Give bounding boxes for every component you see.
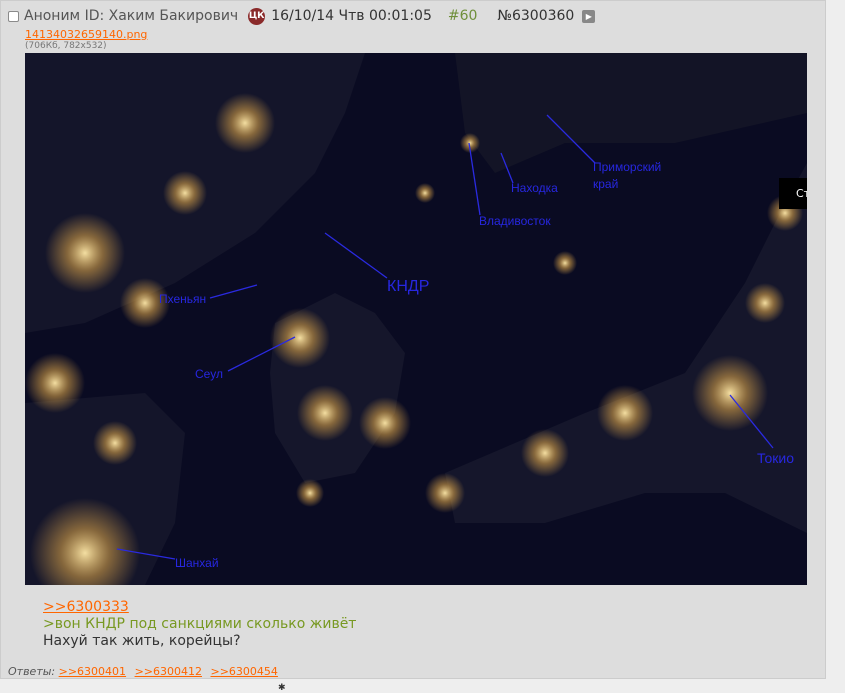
replies-label: Ответы:: [8, 665, 56, 678]
replies-bar: Ответы: >>6300401 >>6300412 >>6300454: [8, 665, 283, 678]
post: Аноним ID: Хаким Бакирович ЦК 16/10/14 Ч…: [0, 0, 826, 679]
post-header: Аноним ID: Хаким Бакирович ЦК 16/10/14 Ч…: [8, 6, 596, 26]
post-image[interactable]: Пхеньян КНДР Сеул Владивосток Находка Пр…: [25, 53, 807, 585]
map-label-primorsky-1: Приморский: [593, 160, 661, 174]
map-label-shanghai: Шанхай: [175, 556, 219, 570]
map-label-pyongyang: Пхеньян: [159, 292, 206, 306]
map-label-dprk: КНДР: [387, 278, 429, 295]
author-name: Аноним: [24, 8, 81, 24]
reply-ref-link[interactable]: >>6300454: [211, 665, 278, 678]
reply-ref-link[interactable]: >>6300401: [59, 665, 126, 678]
flag-icon: ЦК: [248, 7, 266, 25]
file-link[interactable]: 14134032659140.png: [25, 28, 147, 41]
post-checkbox[interactable]: [8, 10, 19, 22]
post-number: #60: [447, 8, 478, 24]
next-post-fragment: ✱: [278, 683, 286, 693]
file-info: (706Кб, 782x532): [25, 41, 107, 51]
map-label-vladivostok: Владивосток: [479, 214, 551, 228]
map-label-primorsky-2: край: [593, 177, 618, 191]
poster-id: ID: Хаким Бакирович: [84, 8, 239, 24]
map-label-seoul: Сеул: [195, 367, 223, 381]
greentext-quote: >вон КНДР под санкциями сколько живёт: [43, 616, 357, 632]
play-triangle-icon[interactable]: ▶: [582, 9, 596, 23]
post-id-link[interactable]: №6300360: [497, 8, 574, 24]
post-date: 16/10/14 Чтв 00:01:05: [271, 8, 432, 24]
map-label-nakhodka: Находка: [511, 181, 558, 195]
map-label-tokyo: Токио: [757, 450, 794, 466]
reply-link[interactable]: >>6300333: [43, 599, 356, 616]
side-button[interactable]: Ст: [779, 178, 807, 209]
post-message: >>6300333 >вон КНДР под санкциями скольк…: [43, 599, 356, 650]
message-text: Нахуй так жить, корейцы?: [43, 633, 241, 649]
reply-ref-link[interactable]: >>6300412: [135, 665, 202, 678]
